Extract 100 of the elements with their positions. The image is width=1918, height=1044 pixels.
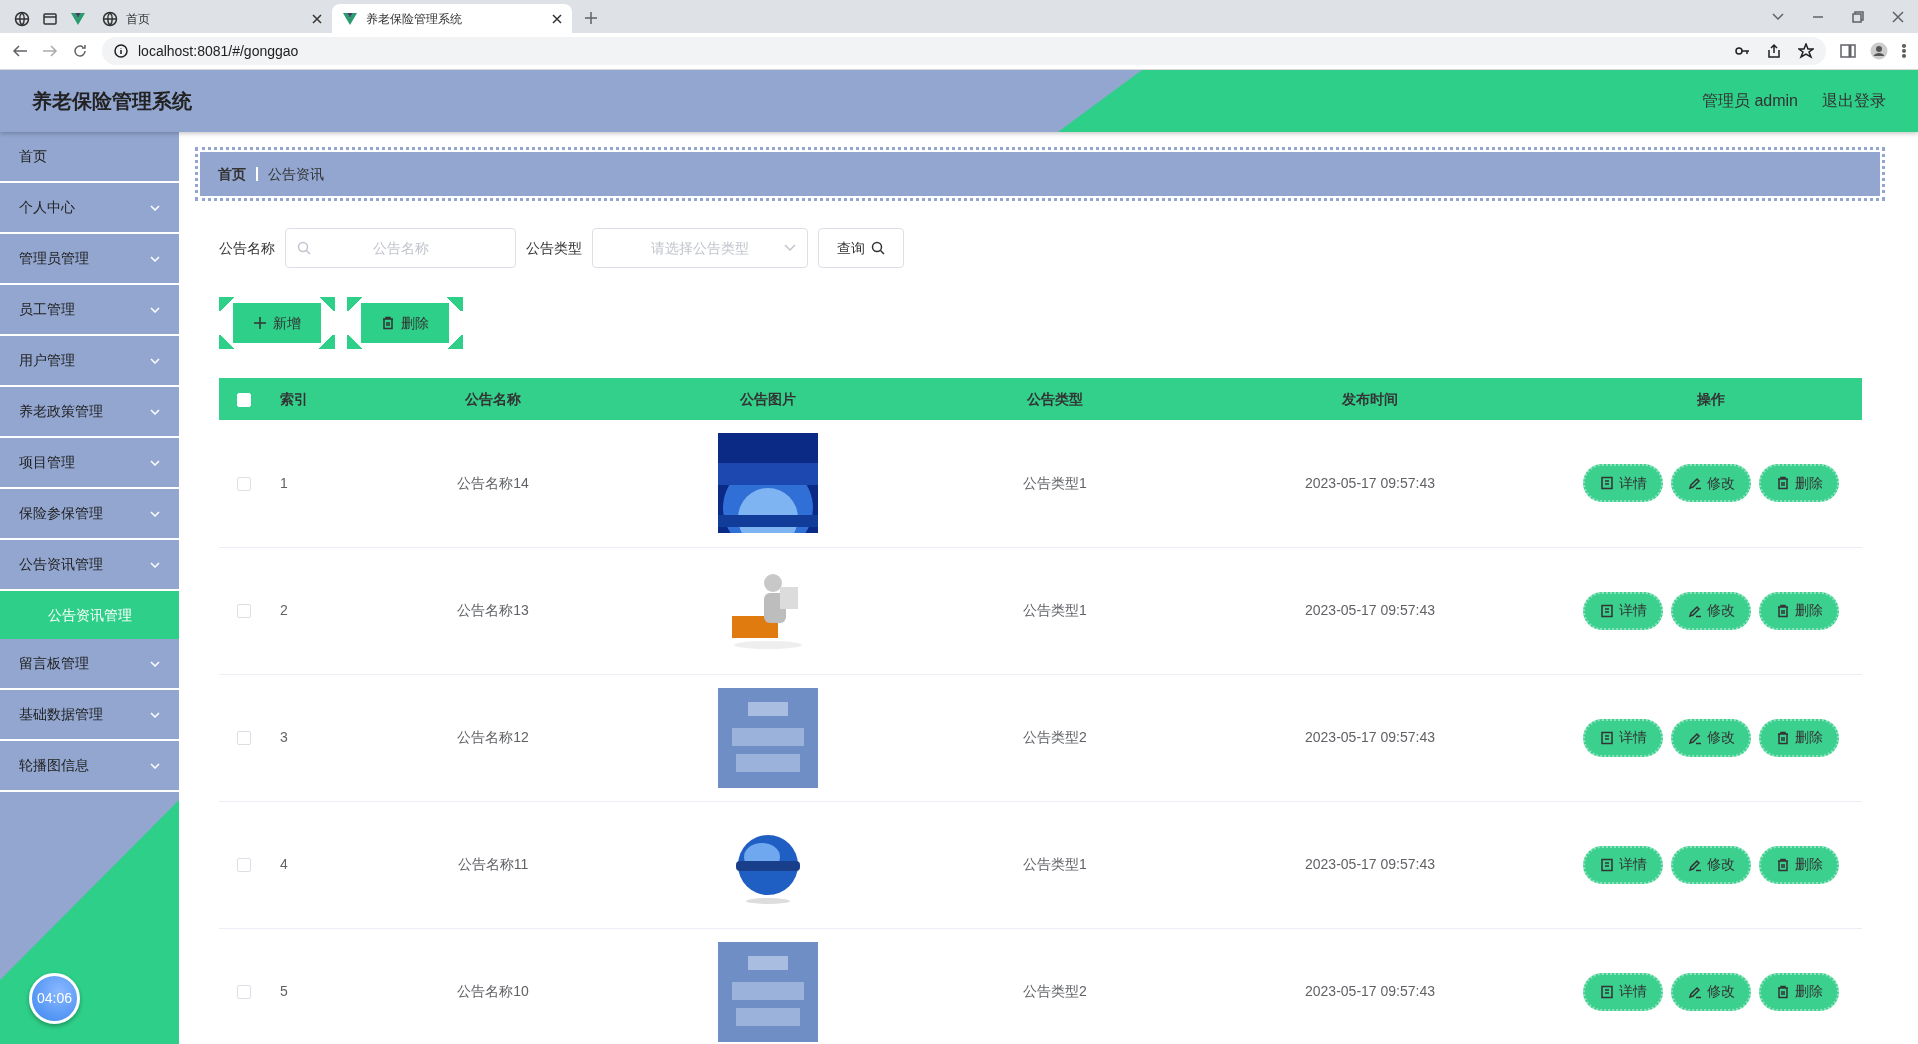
column-header: 公告名称 [465,390,521,407]
search-icon [871,241,885,255]
search-field[interactable]: 公告名称 [285,228,516,268]
details-button[interactable]: 详情 [1583,972,1663,1011]
pencil-icon [1687,984,1702,999]
row-checkbox[interactable] [236,731,251,746]
delete-button[interactable]: 删除 [1759,718,1839,757]
share-icon[interactable] [1766,43,1782,59]
index-cell: 5 [280,983,288,999]
close-icon[interactable] [312,14,322,25]
document-icon [1599,730,1614,745]
time-cell: 2023-05-17 09:57:43 [1305,729,1435,745]
address-bar[interactable]: localhost:8081/#/gonggao [102,37,1826,65]
delete-button[interactable]: 删除 [1759,464,1839,503]
breadcrumb-link[interactable]: 公告资讯 [268,163,324,185]
back-arrow-icon[interactable] [12,43,28,59]
restore-icon[interactable] [1852,10,1864,23]
chevron-down-icon [150,660,160,667]
delete-button[interactable]: 删除 [347,297,463,349]
column-header: 公告图片 [740,390,796,407]
index-cell: 1 [280,474,288,491]
details-button[interactable]: 详情 [1583,464,1663,503]
time-cell: 2023-05-17 09:57:43 [1305,474,1435,491]
details-button[interactable]: 详情 [1583,591,1663,630]
details-button[interactable]: 详情 [1583,845,1663,884]
details-button[interactable]: 详情 [1583,718,1663,757]
star-icon[interactable] [1798,43,1814,59]
type-cell: 公告类型1 [1023,856,1087,872]
globe-icon [102,10,118,27]
type-cell: 公告类型1 [1023,474,1087,491]
row-checkbox[interactable] [236,985,251,1000]
close-icon[interactable] [552,14,562,25]
chevron-down-icon[interactable] [1772,12,1784,21]
row-checkbox[interactable] [236,604,251,619]
delete-button[interactable]: 删除 [1759,845,1839,884]
document-icon [1599,603,1614,618]
edit-button[interactable]: 修改 [1671,591,1751,630]
chevron-down-icon [150,357,160,364]
browser-tab[interactable]: 首页 [92,4,332,33]
pencil-icon [1687,857,1702,872]
search-icon [297,241,311,255]
row-checkbox[interactable] [236,477,251,492]
breadcrumb-link[interactable]: 首页 [218,163,246,185]
index-cell: 3 [280,729,288,745]
column-header: 操作 [1697,390,1725,407]
chevron-down-icon [784,244,796,252]
info-icon [114,44,128,58]
edit-button[interactable]: 修改 [1671,464,1751,503]
browser-tab[interactable]: 养老保险管理系统 [332,4,572,33]
name-cell: 公告名称12 [457,729,529,745]
chevron-down-icon [150,306,160,313]
plus-icon [253,316,267,330]
document-icon [1599,984,1614,999]
index-cell: 4 [280,856,288,872]
vue-logo-icon [342,10,358,27]
trash-icon [1775,984,1790,999]
profile-icon[interactable] [1870,42,1888,60]
type-cell: 公告类型2 [1023,983,1087,999]
column-header: 发布时间 [1342,390,1398,407]
edit-button[interactable]: 修改 [1671,972,1751,1011]
menu-icon[interactable] [1902,43,1906,59]
blank-page-icon[interactable] [42,10,58,27]
chevron-down-icon [150,255,160,262]
vue-logo-icon[interactable] [70,10,86,27]
edit-button[interactable]: 修改 [1671,718,1751,757]
delete-button[interactable]: 删除 [1759,972,1839,1011]
row-checkbox[interactable] [236,858,251,873]
document-icon [1599,857,1614,872]
chevron-down-icon [150,510,160,517]
edit-button[interactable]: 修改 [1671,845,1751,884]
user-name: 管理员 admin [1701,91,1798,111]
document-icon [1599,476,1614,491]
pencil-icon [1687,730,1702,745]
trash-icon [1775,857,1790,872]
logout-link[interactable]: 退出登录 [1822,89,1886,113]
new-tab-icon[interactable] [584,11,598,25]
globe-icon[interactable] [14,10,30,27]
trash-icon [1775,476,1790,491]
select-all-checkbox[interactable] [236,392,251,407]
field-label: 公告名称 [219,238,275,258]
chevron-down-icon [150,711,160,718]
name-cell: 公告名称13 [457,602,529,618]
index-cell: 2 [280,602,288,618]
column-header: 公告类型 [1027,390,1083,407]
add-button[interactable]: 新增 [219,297,335,349]
time-cell: 2023-05-17 09:57:43 [1305,983,1435,999]
query-button[interactable]: 查询 [818,228,904,268]
pencil-icon [1687,603,1702,618]
chevron-down-icon [150,204,160,211]
type-select[interactable]: 请选择公告类型 [592,228,808,268]
side-panel-icon[interactable] [1840,43,1856,59]
reload-icon[interactable] [72,43,88,59]
pencil-icon [1687,476,1702,491]
chevron-down-icon [150,408,160,415]
name-cell: 公告名称14 [457,474,529,491]
time-cell: 2023-05-17 09:57:43 [1305,602,1435,618]
name-cell: 公告名称11 [457,856,529,872]
delete-button[interactable]: 删除 [1759,591,1839,630]
field-label: 公告类型 [526,238,582,258]
chevron-down-icon [150,561,160,568]
